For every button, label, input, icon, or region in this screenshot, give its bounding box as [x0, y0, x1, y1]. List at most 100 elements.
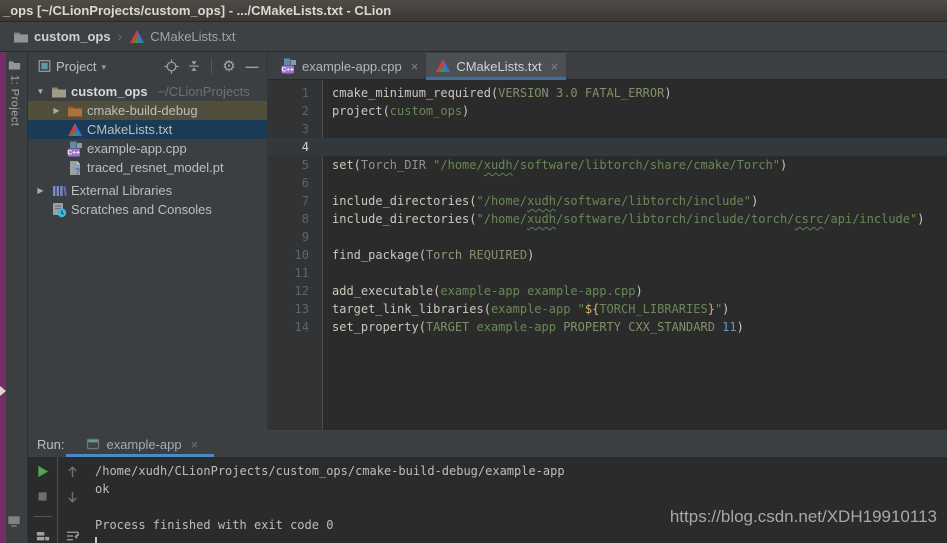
- tree-item-label: cmake-build-debug: [87, 103, 198, 118]
- close-icon[interactable]: ×: [411, 59, 419, 74]
- code-line-11: 11: [268, 264, 947, 282]
- locate-file-button[interactable]: [162, 57, 180, 75]
- line-number: 6: [301, 176, 309, 190]
- code-line-10: 10 find_package(Torch REQUIRED): [268, 246, 947, 264]
- hide-panel-button[interactable]: —: [243, 57, 261, 75]
- expand-arrow-icon[interactable]: ▶: [34, 186, 47, 195]
- tree-item-external-libraries[interactable]: ▶ External Libraries: [28, 181, 267, 200]
- project-tool-icon: [8, 58, 21, 71]
- editor-area: C++ example-app.cpp × CMakeLists.txt × 1 cmak…: [268, 52, 947, 430]
- rerun-button[interactable]: [34, 463, 52, 479]
- code-line-7: 7 include_directories("/home/xudh/softwar…: [268, 192, 947, 210]
- stop-button[interactable]: [34, 488, 52, 504]
- line-number: 12: [294, 284, 309, 298]
- code-line-6: 6: [268, 174, 947, 192]
- code-line-8: 8 include_directories("/home/xudh/softwar…: [268, 210, 947, 228]
- expand-arrow-icon[interactable]: ▶: [50, 106, 63, 115]
- console-line: ok: [95, 482, 110, 496]
- line-number: 14: [294, 320, 309, 334]
- run-toolbar-secondary: [57, 457, 86, 543]
- folder-icon: [51, 84, 67, 100]
- run-tab-label: example-app: [106, 436, 182, 452]
- expand-arrow-icon[interactable]: ▼: [34, 87, 47, 96]
- code-line-text: set(Torch_DIR "/home/xudh/software/libto…: [332, 158, 788, 172]
- editor-tab-bar: C++ example-app.cpp × CMakeLists.txt ×: [268, 52, 947, 80]
- code-line-13: 13 target_link_libraries(example-app "${T…: [268, 300, 947, 318]
- project-panel-header: Project ▾ ⚙ —: [28, 52, 267, 80]
- breadcrumb-project[interactable]: custom_ops: [34, 29, 111, 44]
- line-number: 9: [301, 230, 309, 244]
- chevron-down-icon[interactable]: ▾: [101, 60, 106, 73]
- editor-tab-cmakelists-txt[interactable]: CMakeLists.txt ×: [426, 53, 567, 80]
- svg-text:C++: C++: [68, 149, 80, 156]
- file-pt-icon: ?: [67, 160, 83, 176]
- restore-layout-button[interactable]: [34, 528, 52, 543]
- console-cursor-line: [95, 534, 947, 543]
- console-app-icon: [86, 437, 100, 451]
- tree-item-traced-resnet-model-pt[interactable]: ? traced_resnet_model.pt: [28, 158, 267, 177]
- code-editor[interactable]: 1 cmake_minimum_required(VERSION 3.0 FATA…: [268, 80, 947, 430]
- toolbar-divider: [211, 58, 212, 74]
- line-number: 2: [301, 104, 309, 118]
- down-stack-trace-button[interactable]: [63, 489, 81, 506]
- code-line-9: 9: [268, 228, 947, 246]
- tree-item-label: CMakeLists.txt: [87, 122, 173, 137]
- editor-tab-example-app-cpp[interactable]: C++ example-app.cpp ×: [272, 53, 426, 79]
- project-tree: ▼ custom_ops ~/CLionProjects ▶ cmake-build-d…: [28, 80, 267, 219]
- run-panel-title: Run:: [37, 436, 65, 452]
- soft-wrap-button[interactable]: [63, 527, 81, 543]
- cmake-icon: [67, 122, 83, 138]
- tab-label: CMakeLists.txt: [456, 58, 542, 74]
- console-line: /home/xudh/CLionProjects/custom_ops/cmak…: [95, 464, 565, 478]
- left-tool-window-bar: 1: Project: [0, 52, 28, 543]
- code-line-5: 5 set(Torch_DIR "/home/xudh/software/libt…: [268, 156, 947, 174]
- run-console-output[interactable]: /home/xudh/CLionProjects/custom_ops/cmak…: [86, 457, 947, 543]
- close-icon[interactable]: ×: [551, 59, 559, 74]
- tool-window-button-project[interactable]: 1: Project: [8, 58, 21, 126]
- code-line-12: 12 add_executable(example-app example-app…: [268, 282, 947, 300]
- line-number: 10: [294, 248, 309, 262]
- up-stack-trace-button[interactable]: [63, 463, 81, 480]
- run-tab-example-app[interactable]: example-app ×: [80, 437, 204, 452]
- tree-item-custom-ops[interactable]: ▼ custom_ops ~/CLionProjects: [28, 82, 267, 101]
- cpp-icon: C++: [67, 141, 83, 157]
- code-line-1: 1 cmake_minimum_required(VERSION 3.0 FATA…: [268, 84, 947, 102]
- svg-text:C++: C++: [282, 67, 294, 74]
- line-number: 13: [294, 302, 309, 316]
- code-line-text: find_package(Torch REQUIRED): [332, 248, 535, 262]
- gear-icon[interactable]: ⚙: [220, 57, 238, 75]
- breadcrumb-file[interactable]: CMakeLists.txt: [150, 29, 235, 44]
- tree-item-cmakelists-txt[interactable]: CMakeLists.txt: [28, 120, 267, 139]
- tree-item-example-app-cpp[interactable]: C++ example-app.cpp: [28, 139, 267, 158]
- breadcrumb: custom_ops › CMakeLists.txt: [0, 22, 947, 52]
- folder-icon: [13, 29, 29, 45]
- run-toolbar-main: [28, 457, 57, 543]
- project-panel-title[interactable]: Project: [56, 59, 96, 74]
- project-view-icon: [38, 60, 51, 73]
- folder-build-icon: [67, 103, 83, 119]
- code-line-text: set_property(TARGET example-app PROPERTY…: [332, 320, 744, 334]
- line-number: 5: [301, 158, 309, 172]
- cpp-icon: C++: [281, 58, 297, 74]
- cmake-icon: [435, 58, 451, 74]
- tree-item-cmake-build-debug[interactable]: ▶ cmake-build-debug: [28, 101, 267, 120]
- cmake-icon: [129, 29, 145, 45]
- line-number: 1: [301, 86, 309, 100]
- collapse-all-button[interactable]: [185, 57, 203, 75]
- close-icon[interactable]: ×: [191, 437, 199, 452]
- tool-window-switcher-icon[interactable]: [7, 514, 21, 528]
- line-number: 4: [301, 140, 309, 154]
- code-line-text: include_directories("/home/xudh/software…: [332, 212, 925, 226]
- window-titlebar: _ops [~/CLionProjects/custom_ops] - .../…: [0, 0, 947, 22]
- tree-item-label: Scratches and Consoles: [71, 202, 212, 217]
- line-number: 7: [301, 194, 309, 208]
- desktop-edge: [0, 52, 6, 543]
- chevron-right-icon: ›: [117, 27, 123, 44]
- tree-item-scratches-and-consoles[interactable]: Scratches and Consoles: [28, 200, 267, 219]
- tab-label: example-app.cpp: [302, 58, 402, 74]
- tree-item-label: example-app.cpp: [87, 141, 187, 156]
